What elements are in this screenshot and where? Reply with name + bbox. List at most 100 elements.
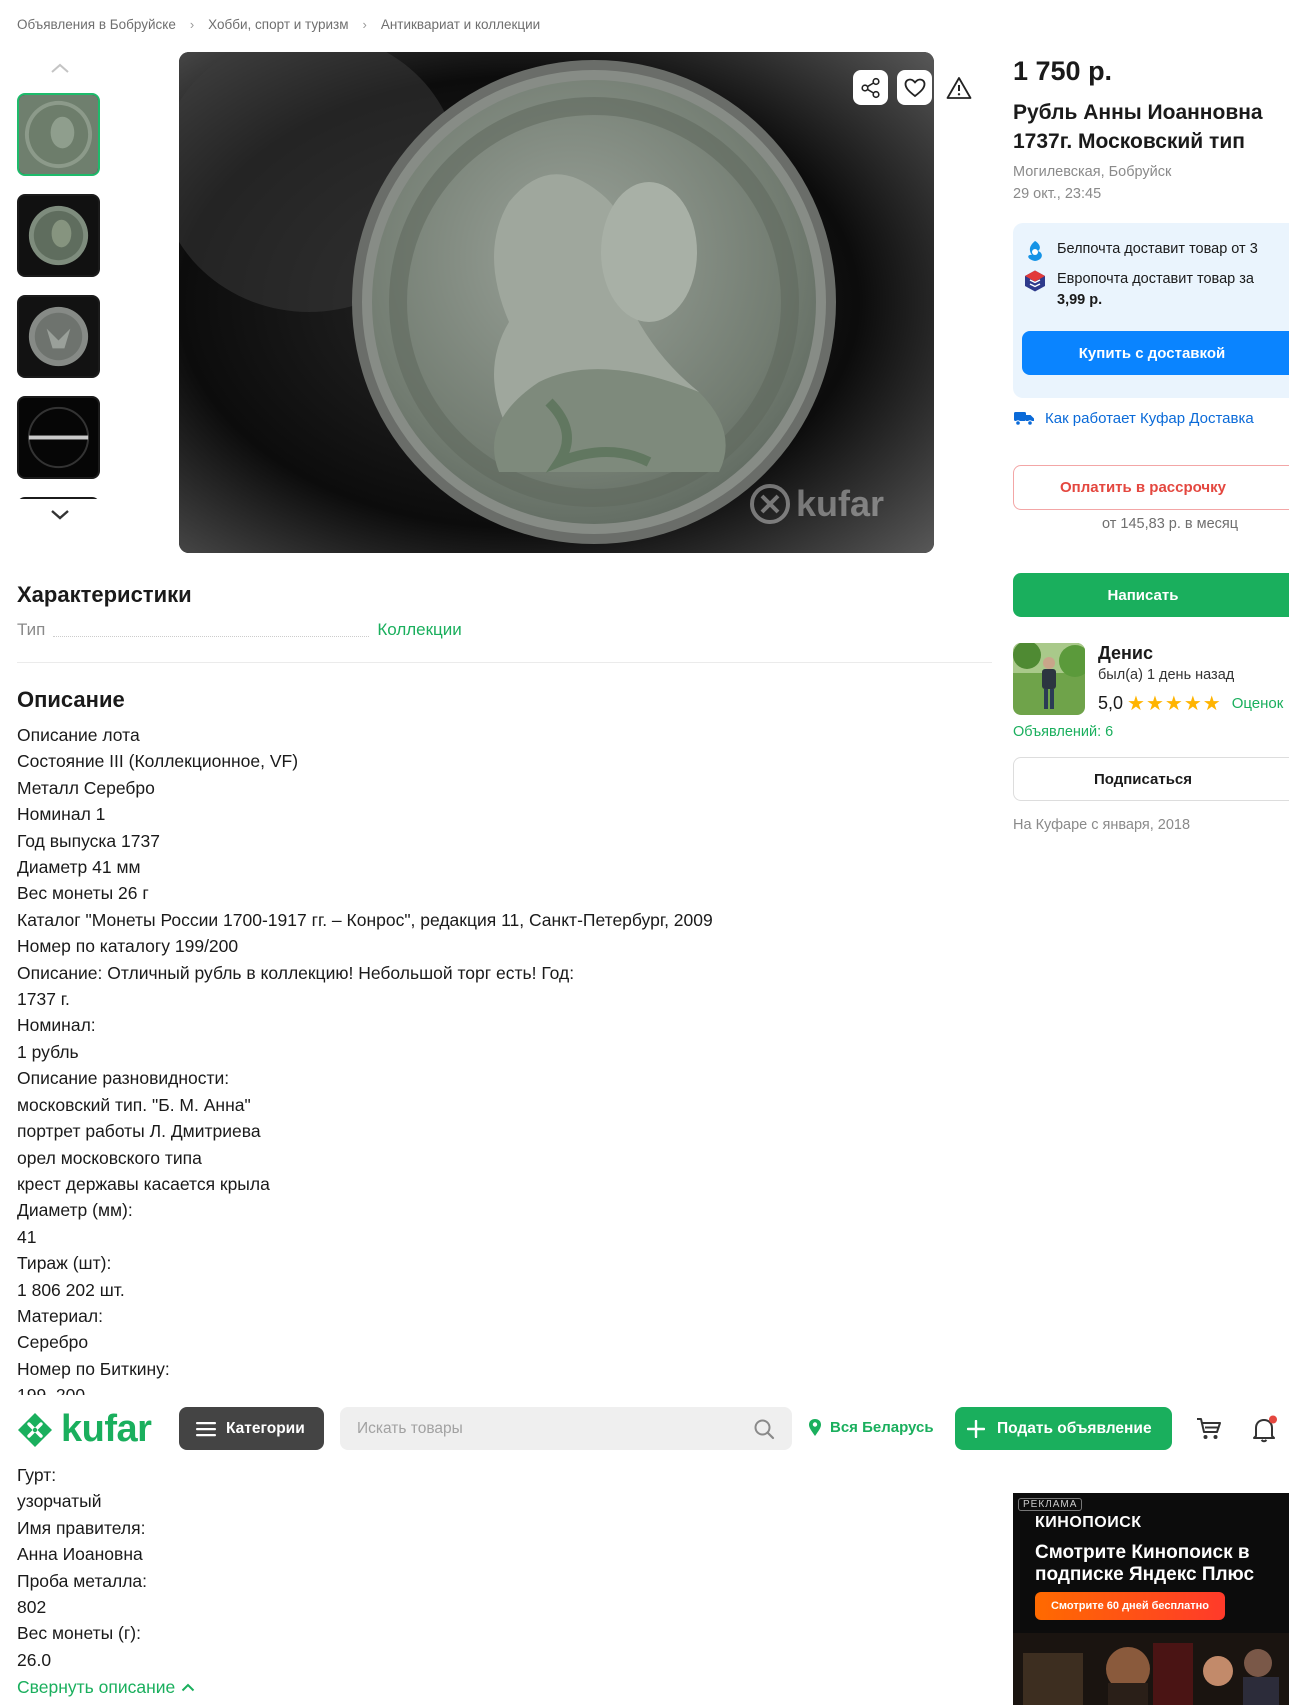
region-selector[interactable]: Вся Беларусь	[808, 1418, 934, 1437]
logo-text: kufar	[61, 1408, 152, 1450]
coin-photo-image	[19, 196, 98, 275]
breadcrumb-separator: ›	[362, 17, 367, 32]
breadcrumb-item-hobby[interactable]: Хобби, спорт и туризм	[208, 17, 348, 32]
kufar-logo[interactable]: kufar	[17, 1408, 152, 1451]
description-line: Номинал:	[17, 1015, 96, 1036]
avatar[interactable]	[1013, 643, 1085, 715]
search-icon[interactable]	[753, 1418, 775, 1440]
thumbnail-coin-obverse-dark[interactable]	[17, 194, 100, 277]
description-line: Год выпуска 1737	[17, 830, 160, 851]
description-line: Тираж (шт):	[17, 1253, 112, 1274]
description-line: 199, 200	[17, 1382, 917, 1395]
post-ad-button[interactable]: Подать объявление	[955, 1407, 1172, 1450]
categories-label: Категории	[226, 1419, 305, 1437]
region-label: Вся Беларусь	[830, 1419, 934, 1436]
rating-stars-icon: ★★★★★	[1127, 693, 1222, 715]
reviews-link[interactable]: Оценок	[1232, 695, 1284, 712]
description-line: Описание: Отличный рубль в коллекцию! Не…	[17, 962, 575, 983]
how-delivery-works-link[interactable]: Как работает Куфар Доставка	[1013, 409, 1254, 427]
description-line: Проба металла:	[17, 1570, 148, 1591]
pay-installment-button[interactable]: Оплатить в рассрочку	[1013, 465, 1289, 510]
description-line: 1 рубль	[17, 1041, 79, 1062]
categories-button[interactable]: Категории	[179, 1407, 324, 1450]
heart-icon	[904, 78, 925, 97]
chevron-up-icon	[182, 1683, 195, 1692]
breadcrumb-separator: ›	[189, 17, 195, 32]
collapse-description-link[interactable]: Свернуть описание	[17, 1677, 195, 1698]
main-photo[interactable]	[179, 52, 934, 553]
description-line: Номер по Биткину:	[17, 1358, 170, 1379]
europochta-text: Европочта доставит товар за 3,99 р.	[1057, 271, 1254, 308]
description-line: узорчатый	[17, 1491, 102, 1512]
kufar-logo-icon	[18, 1412, 52, 1447]
listing-location: Могилевская, Бобруйск	[1013, 164, 1172, 180]
coin-eagle-image	[19, 297, 98, 376]
notifications-button[interactable]	[1252, 1415, 1278, 1448]
thumbnail-coin-reverse[interactable]	[17, 295, 100, 378]
description-line: Вес монеты 26 г	[17, 883, 149, 904]
seller-photo-image	[1013, 643, 1085, 715]
photo-actions	[853, 70, 976, 105]
divider	[17, 662, 992, 663]
description-line: орел московского типа	[17, 1147, 202, 1168]
subscribe-button[interactable]: Подписаться	[1013, 757, 1289, 801]
coin-edge-image	[19, 398, 98, 477]
ad-cta-button[interactable]: Смотрите 60 дней бесплатно	[1035, 1592, 1225, 1620]
description-line: Каталог "Монеты России 1700-1917 гг. – К…	[17, 909, 713, 930]
thumbs-up-button[interactable]	[17, 52, 102, 84]
characteristic-value[interactable]: Коллекции	[377, 620, 461, 640]
search-input[interactable]: Искать товары	[340, 1407, 792, 1450]
thumbnail-coin-edge[interactable]	[17, 396, 100, 479]
description-line: Диаметр 41 мм	[17, 857, 141, 878]
description-line: Анна Иоановна	[17, 1544, 143, 1565]
description-line: Материал:	[17, 1305, 103, 1326]
belpochta-icon	[1028, 241, 1042, 261]
coin-portrait-image	[19, 95, 98, 174]
europochta-icon	[1025, 270, 1045, 292]
watermark-text: kufar	[796, 483, 885, 524]
write-message-button[interactable]: Написать	[1013, 573, 1289, 617]
cart-icon	[1197, 1418, 1221, 1439]
description-line: Вес монеты (г):	[17, 1623, 141, 1644]
listing-title: Рубль Анны Иоанновна 1737г. Московский т…	[1013, 101, 1263, 153]
buy-with-delivery-button[interactable]: Купить с доставкой	[1022, 331, 1289, 375]
breadcrumb-item-antiques[interactable]: Антиквариат и коллекции	[381, 17, 540, 32]
location-pin-icon	[809, 1419, 821, 1436]
bell-icon	[1253, 1415, 1277, 1443]
characteristics-heading: Характеристики	[17, 582, 192, 607]
description-line: Металл Серебро	[17, 777, 155, 798]
report-button[interactable]	[941, 70, 976, 105]
europochta-row: Европочта доставит товар за 3,99 р.	[1023, 269, 1289, 311]
description-heading: Описание	[17, 687, 125, 712]
description-line: 26.0	[17, 1649, 52, 1670]
ad-tag: РЕКЛАМА	[1018, 1498, 1083, 1511]
menu-icon	[196, 1421, 216, 1436]
description-line: Состояние III (Коллекционное, VF)	[17, 751, 299, 772]
description-line: Номинал 1	[17, 804, 106, 825]
ad-movie-image	[1013, 1633, 1289, 1705]
thumbnail-strip	[17, 52, 102, 542]
characteristic-dots	[53, 623, 370, 637]
seller-name[interactable]: Денис	[1098, 643, 1153, 664]
share-button[interactable]	[853, 70, 888, 105]
thumbs-down-button[interactable]	[17, 499, 102, 531]
search-placeholder: Искать товары	[357, 1419, 463, 1437]
seller-since: На Куфаре с января, 2018	[1013, 817, 1191, 833]
description-line: крест державы касается крыла	[17, 1173, 270, 1194]
collapse-description-label: Свернуть описание	[17, 1677, 176, 1697]
ad-banner[interactable]: РЕКЛАМА КИНОПОИСК Смотрите Кинопоиск в п…	[1013, 1493, 1289, 1705]
thumbnail-coin-obverse[interactable]	[17, 93, 100, 176]
how-delivery-works-text: Как работает Куфар Доставка	[1045, 409, 1254, 427]
seller-rating: 5,0 ★★★★★ Оценок	[1098, 691, 1283, 716]
kufar-watermark: kufar	[750, 483, 884, 525]
seller-ads-count[interactable]: Объявлений: 6	[1013, 724, 1113, 740]
cart-button[interactable]	[1196, 1417, 1222, 1446]
seller-last-seen: был(а) 1 день назад	[1098, 667, 1235, 683]
breadcrumb-item-bobruisk[interactable]: Объявления в Бобруйске	[17, 17, 176, 32]
description-line: Описание разновидности:	[17, 1068, 230, 1089]
installment-per-month: от 145,83 р. в месяц	[1102, 516, 1239, 532]
post-ad-label: Подать объявление	[997, 1419, 1152, 1437]
favorite-button[interactable]	[897, 70, 932, 105]
characteristic-key: Тип	[17, 620, 46, 639]
description-line: портрет работы Л. Дмитриева	[17, 1121, 261, 1142]
